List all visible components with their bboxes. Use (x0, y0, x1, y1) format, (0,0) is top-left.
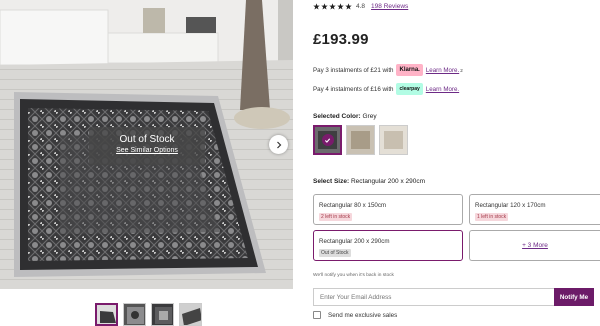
star-icon (329, 3, 336, 10)
stock-badge: Out of Stock (319, 249, 351, 257)
see-similar-options-link[interactable]: See Similar Options (89, 147, 205, 154)
selected-color-value: Grey (362, 113, 377, 120)
klarna-learn-more-link[interactable]: Learn More. (426, 67, 459, 74)
size-option-name: Rectangular 200 x 290cm (319, 238, 390, 245)
notify-note: We'll notify you when it's back in stock (313, 273, 394, 278)
product-main-image[interactable]: Out of Stock See Similar Options (0, 0, 293, 289)
klarna-row: Pay 3 instalments of £21 with Klarna. Le… (313, 64, 463, 76)
select-size-label: Select Size: Rectangular 200 x 290cm (313, 178, 425, 185)
thumbnail-2[interactable] (123, 303, 146, 326)
clearpay-row: Pay 4 instalments of £16 with clearpay L… (313, 83, 459, 95)
thumbnail-4[interactable] (179, 303, 202, 326)
star-rating (313, 3, 352, 10)
exclusive-sales-label: Send me exclusive sales (328, 311, 398, 319)
klarna-footnote: 2 (460, 67, 463, 73)
thumbnail-strip (95, 303, 202, 326)
product-info-panel: 4.8 198 Reviews £193.99 Pay 3 instalment… (313, 0, 600, 326)
klarna-text: Pay 3 instalments of £21 with (313, 66, 394, 74)
clearpay-text: Pay 4 instalments of £16 with (313, 85, 394, 93)
chevron-right-icon (276, 141, 281, 148)
exclusive-sales-row: Send me exclusive sales (313, 311, 397, 319)
star-icon (337, 3, 344, 10)
product-price: £193.99 (313, 31, 369, 48)
clearpay-learn-more-link[interactable]: Learn More. (426, 86, 459, 93)
size-option-name: Rectangular 120 x 170cm (475, 202, 546, 209)
size-option-80x150[interactable]: Rectangular 80 x 150cm 2 left in stock (313, 194, 463, 225)
notify-me-button[interactable]: Notify Me (554, 288, 594, 306)
stock-badge: 1 left in stock (475, 213, 509, 221)
selected-color-heading: Selected Color: (313, 113, 361, 120)
out-of-stock-title: Out of Stock (119, 134, 175, 145)
klarna-logo: Klarna. (396, 64, 423, 76)
cream-swatch[interactable] (379, 125, 408, 155)
star-icon (313, 3, 320, 10)
grey-swatch[interactable] (313, 125, 342, 155)
thumbnail-3[interactable] (151, 303, 174, 326)
rating-row: 4.8 198 Reviews (313, 3, 408, 10)
size-option-200x290[interactable]: Rectangular 200 x 290cm Out of Stock (313, 230, 463, 261)
exclusive-sales-checkbox[interactable] (313, 311, 321, 319)
beige-swatch[interactable] (346, 125, 375, 155)
reviews-link[interactable]: 198 Reviews (371, 3, 408, 10)
clearpay-logo: clearpay (396, 83, 423, 95)
more-sizes-button[interactable]: + 3 More (469, 230, 600, 261)
more-sizes-label: + 3 More (522, 242, 548, 249)
email-input[interactable] (313, 288, 554, 306)
check-icon (321, 134, 334, 146)
stock-badge: 2 left in stock (319, 213, 353, 221)
next-image-button[interactable] (269, 135, 288, 154)
thumbnail-1[interactable] (95, 303, 118, 326)
selected-color-label: Selected Color: Grey (313, 113, 377, 120)
size-option-120x170[interactable]: Rectangular 120 x 170cm 1 left in stock (469, 194, 600, 225)
color-swatches (313, 125, 408, 155)
select-size-value: Rectangular 200 x 290cm (350, 178, 426, 185)
rating-value: 4.8 (356, 3, 366, 10)
size-option-name: Rectangular 80 x 150cm (319, 202, 387, 209)
star-icon (345, 3, 352, 10)
select-size-heading: Select Size: (313, 178, 350, 185)
out-of-stock-overlay: Out of Stock See Similar Options (89, 127, 205, 165)
star-icon (321, 3, 328, 10)
